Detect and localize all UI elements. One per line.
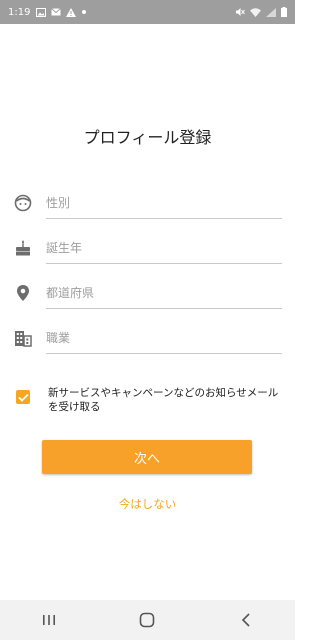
battery-icon [281,7,287,17]
newsletter-option: 新サービスやキャンペーンなどのお知らせメールを受け取る [16,386,286,416]
newsletter-checkbox[interactable] [16,390,30,404]
dot-icon [81,9,87,15]
birth-year-input[interactable] [46,233,282,264]
warning-icon [66,7,77,17]
signal-icon [266,7,276,17]
gender-input[interactable] [46,188,282,219]
recent-apps-icon[interactable] [29,600,69,640]
birth-year-field-row [12,233,282,265]
skip-link[interactable]: 今はしない [0,496,295,512]
navigation-bar [0,600,295,640]
gender-field-row [12,188,282,220]
page-title: プロフィール登録 [83,128,212,147]
prefecture-input[interactable] [46,278,282,309]
mail-icon [51,8,62,16]
status-bar: 1:19 [0,0,295,24]
image-icon [36,7,47,17]
next-button[interactable]: 次へ [42,440,252,474]
occupation-field-row [12,323,282,355]
system-icons [235,7,287,17]
location-pin-icon [12,282,34,304]
cake-icon [12,237,34,259]
prefecture-field-row [12,278,282,310]
occupation-input[interactable] [46,323,282,354]
status-time: 1:19 [8,6,31,18]
wifi-icon [250,7,261,17]
building-icon [12,327,34,349]
home-icon[interactable] [127,600,167,640]
back-icon[interactable] [226,600,266,640]
mute-icon [235,7,245,17]
notification-icons [36,7,87,17]
face-icon [12,192,34,214]
check-icon [17,393,29,402]
newsletter-label: 新サービスやキャンペーンなどのお知らせメールを受け取る [48,387,279,413]
